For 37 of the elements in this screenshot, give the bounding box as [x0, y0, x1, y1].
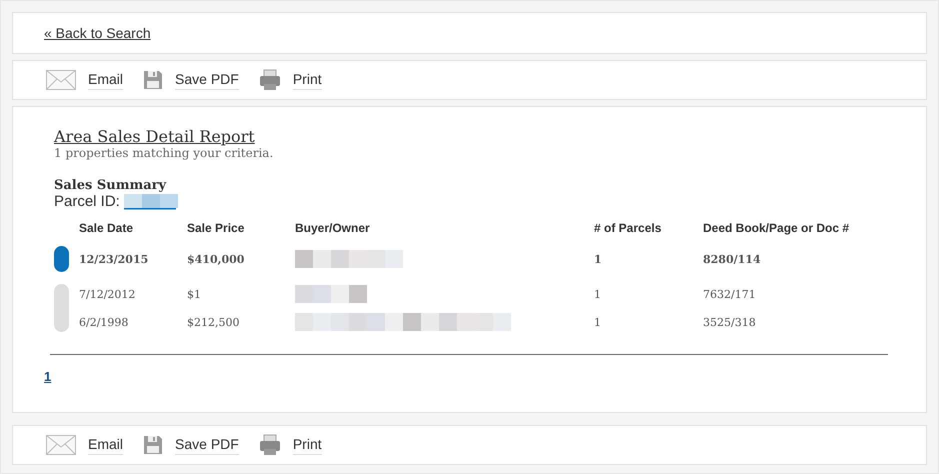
- table-cell-text: 7/12/2012: [79, 288, 136, 300]
- column-header: # of Parcels: [594, 221, 662, 235]
- table-cell-text: 1: [594, 252, 603, 266]
- printer-icon[interactable]: [258, 434, 281, 456]
- column-header: Sale Price: [187, 221, 246, 235]
- table-cell-text: 1: [594, 288, 602, 300]
- column-header: Deed Book/Page or Doc #: [703, 221, 850, 235]
- table-cell-text: 8280/114: [703, 252, 762, 266]
- section-heading: Sales Summary: [54, 178, 168, 193]
- row-group-marker[interactable]: [54, 246, 69, 272]
- row-group-marker[interactable]: [54, 284, 69, 332]
- toolbar-link[interactable]: Email: [88, 70, 124, 90]
- redacted-parcel-id[interactable]: [124, 194, 178, 210]
- printer-icon[interactable]: [258, 69, 281, 91]
- table-cell-text: 7632/171: [703, 288, 757, 300]
- column-header: Sale Date: [79, 221, 134, 235]
- envelope-icon[interactable]: [46, 435, 76, 455]
- table-cell-text: 6/2/1998: [79, 316, 130, 328]
- envelope-icon[interactable]: [46, 70, 76, 90]
- table-cell-text: 1: [594, 316, 602, 328]
- toolbar-link[interactable]: Save PDF: [175, 70, 239, 90]
- toolbar-link[interactable]: Print: [292, 70, 322, 90]
- toolbar-link[interactable]: Save PDF: [175, 436, 239, 454]
- toolbar-link[interactable]: Email: [88, 436, 124, 454]
- parcel-label: Parcel ID:: [54, 193, 120, 210]
- table-cell-text: $410,000: [187, 252, 246, 266]
- table-cell-text: 12/23/2015: [79, 252, 150, 266]
- back-to-search-link[interactable]: « Back to Search: [44, 25, 151, 41]
- table-cell-text: 3525/318: [703, 316, 757, 328]
- report-title[interactable]: Area Sales Detail Report: [54, 127, 255, 146]
- table-cell-text: $212,500: [187, 316, 240, 328]
- toolbar-link[interactable]: Print: [292, 436, 322, 454]
- column-header: Buyer/Owner: [295, 221, 371, 235]
- page-link[interactable]: 1: [44, 369, 52, 384]
- table-cell-text: $1: [187, 288, 202, 300]
- result-count: 1 properties matching your criteria.: [54, 146, 274, 160]
- redacted-name: [295, 285, 367, 303]
